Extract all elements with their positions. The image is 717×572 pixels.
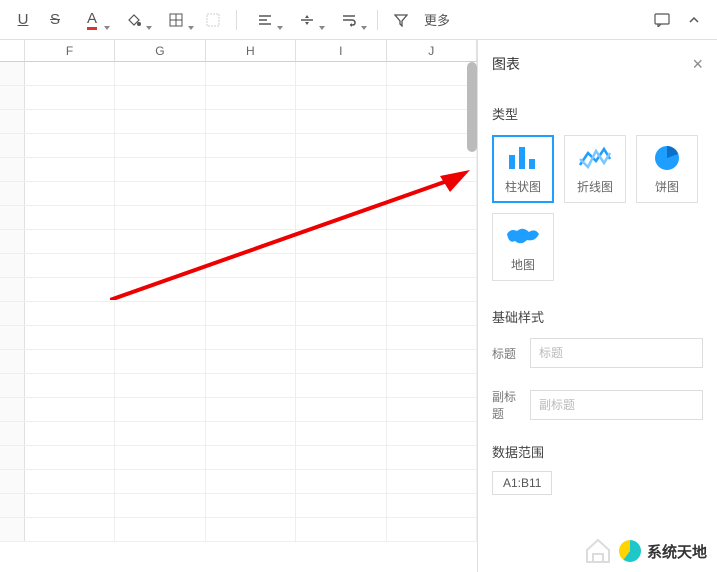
data-range-value: A1:B11 bbox=[503, 476, 541, 490]
toolbar-separator bbox=[377, 10, 378, 30]
column-headers: F G H I J bbox=[0, 40, 477, 62]
underline-icon: U bbox=[18, 11, 29, 28]
chart-type-bar[interactable]: 柱状图 bbox=[492, 135, 554, 203]
fill-color-button[interactable] bbox=[114, 6, 154, 34]
underline-button[interactable]: U bbox=[8, 6, 38, 34]
chart-type-label: 折线图 bbox=[577, 178, 613, 195]
filter-button[interactable] bbox=[386, 6, 416, 34]
strikethrough-button[interactable]: S bbox=[40, 6, 70, 34]
watermark: 系统天地 bbox=[579, 536, 711, 566]
font-color-icon: A bbox=[87, 10, 97, 30]
pie-chart-icon bbox=[649, 144, 685, 172]
merge-cells-button[interactable] bbox=[198, 6, 228, 34]
title-field-label: 标题 bbox=[492, 345, 518, 362]
toolbar: U S A 更多 bbox=[0, 0, 717, 40]
section-type-label: 类型 bbox=[492, 104, 703, 123]
more-button[interactable]: 更多 bbox=[418, 10, 460, 29]
filter-icon bbox=[394, 13, 408, 27]
workarea: F G H I J bbox=[0, 40, 717, 572]
collapse-button[interactable] bbox=[679, 6, 709, 34]
column-header[interactable]: J bbox=[387, 40, 477, 61]
comment-icon bbox=[654, 13, 670, 27]
align-v-icon bbox=[299, 13, 315, 27]
subtitle-field-label: 副标题 bbox=[492, 388, 518, 422]
close-icon: × bbox=[692, 54, 703, 74]
column-header[interactable]: F bbox=[25, 40, 115, 61]
comment-button[interactable] bbox=[647, 6, 677, 34]
vertical-scrollbar[interactable] bbox=[467, 62, 477, 152]
more-label: 更多 bbox=[424, 10, 450, 29]
panel-title: 图表 bbox=[492, 54, 520, 74]
wrap-icon bbox=[341, 13, 357, 27]
column-header[interactable]: H bbox=[206, 40, 296, 61]
chart-type-list: 柱状图 折线图 饼图 地图 bbox=[492, 135, 703, 281]
vertical-align-button[interactable] bbox=[287, 6, 327, 34]
toolbar-separator bbox=[236, 10, 237, 30]
chevron-up-icon bbox=[688, 14, 700, 26]
chart-type-label: 地图 bbox=[511, 256, 535, 273]
strikethrough-icon: S bbox=[50, 11, 60, 28]
font-color-button[interactable]: A bbox=[72, 6, 112, 34]
chart-type-line[interactable]: 折线图 bbox=[564, 135, 626, 203]
grid[interactable] bbox=[0, 62, 477, 572]
column-header[interactable]: I bbox=[296, 40, 386, 61]
watermark-text: 系统天地 bbox=[647, 541, 707, 562]
watermark-logo-icon bbox=[619, 540, 641, 562]
watermark-house-icon bbox=[583, 538, 613, 564]
column-header[interactable] bbox=[0, 40, 25, 61]
close-panel-button[interactable]: × bbox=[692, 55, 703, 73]
chart-type-map[interactable]: 地图 bbox=[492, 213, 554, 281]
merge-icon bbox=[206, 13, 220, 27]
border-icon bbox=[169, 13, 183, 27]
range-label: 数据范围 bbox=[492, 442, 703, 461]
section-style-label: 基础样式 bbox=[492, 307, 703, 326]
chart-type-label: 柱状图 bbox=[505, 178, 541, 195]
align-h-icon bbox=[257, 13, 273, 27]
chart-panel: 图表 × 类型 柱状图 折线图 bbox=[477, 40, 717, 572]
text-wrap-button[interactable] bbox=[329, 6, 369, 34]
border-button[interactable] bbox=[156, 6, 196, 34]
line-chart-icon bbox=[577, 144, 613, 172]
subtitle-input[interactable] bbox=[530, 390, 703, 420]
chart-type-pie[interactable]: 饼图 bbox=[636, 135, 698, 203]
horizontal-align-button[interactable] bbox=[245, 6, 285, 34]
column-header[interactable]: G bbox=[115, 40, 205, 61]
bar-chart-icon bbox=[505, 144, 541, 172]
spreadsheet[interactable]: F G H I J bbox=[0, 40, 477, 572]
map-chart-icon bbox=[505, 222, 541, 250]
chart-type-label: 饼图 bbox=[655, 178, 679, 195]
paint-bucket-icon bbox=[126, 12, 142, 28]
title-input[interactable] bbox=[530, 338, 703, 368]
data-range-box[interactable]: A1:B11 bbox=[492, 471, 552, 495]
